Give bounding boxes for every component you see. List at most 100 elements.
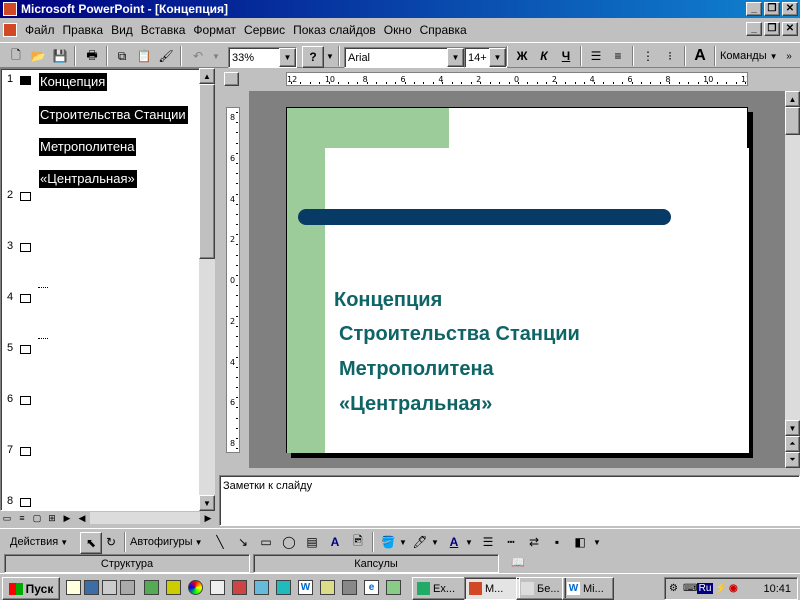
- chevron-down-icon[interactable]: ▼: [279, 48, 296, 67]
- document-icon[interactable]: [3, 23, 17, 37]
- notes-pane[interactable]: Заметки к слайду: [219, 475, 800, 526]
- help-dropdown-icon[interactable]: ▼: [320, 46, 340, 66]
- print-icon[interactable]: 🖶: [82, 46, 102, 66]
- bold-button[interactable]: Ж: [512, 46, 532, 66]
- menu-slideshow[interactable]: Показ слайдов: [289, 23, 380, 37]
- quicklaunch-icon[interactable]: [84, 580, 99, 595]
- menu-view[interactable]: Вид: [107, 23, 137, 37]
- italic-button[interactable]: К: [534, 46, 554, 66]
- quicklaunch-icon[interactable]: [320, 580, 335, 595]
- quicklaunch-icon[interactable]: [188, 580, 203, 595]
- chevron-down-icon[interactable]: ▼: [447, 48, 464, 67]
- spelling-check-icon[interactable]: 📖: [508, 554, 528, 571]
- normal-view-icon[interactable]: ▭: [0, 512, 14, 524]
- outline-hscroll[interactable]: [90, 512, 200, 524]
- scroll-thumb[interactable]: [199, 84, 215, 259]
- slide-icon[interactable]: [20, 447, 31, 456]
- menu-tools[interactable]: Сервис: [240, 23, 289, 37]
- scroll-down-icon[interactable]: ▼: [785, 420, 800, 436]
- powerpoint-app-icon[interactable]: [3, 2, 17, 16]
- tray-icon[interactable]: ◉: [729, 583, 745, 594]
- oval-icon[interactable]: ◯: [279, 532, 299, 552]
- slide-icon[interactable]: [20, 345, 31, 354]
- font-color-icon[interactable]: A: [444, 532, 464, 552]
- chevron-down-icon[interactable]: ▼: [464, 532, 474, 552]
- slide-icon[interactable]: [20, 192, 31, 201]
- chevron-down-icon[interactable]: ▼: [592, 532, 602, 552]
- quicklaunch-icon[interactable]: [276, 580, 291, 595]
- chevron-down-icon[interactable]: ▼: [430, 532, 440, 552]
- taskbar-word[interactable]: W Mi...: [562, 577, 614, 600]
- format-painter-icon[interactable]: 🖌: [156, 46, 176, 66]
- actions-menu[interactable]: Действия ▼: [10, 532, 74, 552]
- scroll-right-icon[interactable]: ▶: [201, 512, 215, 524]
- quicklaunch-icon[interactable]: [232, 580, 247, 595]
- slide-icon[interactable]: [20, 294, 31, 303]
- taskbar-powerpoint[interactable]: M...: [464, 577, 520, 600]
- menu-window[interactable]: Окно: [380, 23, 416, 37]
- font-select[interactable]: Arial ▼: [344, 47, 465, 68]
- fill-color-icon[interactable]: 🪣: [378, 532, 398, 552]
- undo-dropdown-icon[interactable]: ▼: [206, 46, 226, 66]
- outline-line[interactable]: Метрополитена: [39, 138, 137, 156]
- arrow-style-icon[interactable]: ⇄: [524, 532, 544, 552]
- slide-title-line[interactable]: «Центральная»: [339, 393, 492, 416]
- underline-button[interactable]: Ч: [556, 46, 576, 66]
- undo-icon[interactable]: ↶: [188, 46, 208, 66]
- menu-insert[interactable]: Вставка: [137, 23, 190, 37]
- quicklaunch-icon[interactable]: [210, 580, 225, 595]
- menu-format[interactable]: Формат: [189, 23, 240, 37]
- outline-pane[interactable]: 1 Концепция Строительства Станции Метроп…: [0, 68, 200, 511]
- slideshow-view-icon[interactable]: ▶: [60, 512, 74, 524]
- slide-title-line[interactable]: Концепция: [334, 289, 442, 312]
- save-icon[interactable]: 💾: [50, 46, 70, 66]
- outline-scrollbar[interactable]: ▲ ▼: [199, 68, 215, 511]
- quicklaunch-icon[interactable]: [254, 580, 269, 595]
- commands-button[interactable]: Команды ▼: [720, 46, 780, 66]
- scroll-down-icon[interactable]: ▼: [199, 495, 215, 511]
- open-icon[interactable]: 📂: [28, 46, 48, 66]
- wordart-icon[interactable]: A: [325, 532, 345, 552]
- slide-title-line[interactable]: Строительства Станции: [339, 323, 580, 346]
- slide-icon[interactable]: [20, 243, 31, 252]
- free-rotate-icon[interactable]: ↻: [101, 532, 121, 552]
- word-icon[interactable]: W: [298, 580, 313, 595]
- minimize-button[interactable]: _: [746, 2, 762, 16]
- quicklaunch-icon[interactable]: [144, 580, 159, 595]
- next-slide-icon[interactable]: ⏷: [785, 452, 800, 468]
- increase-font-icon[interactable]: A: [690, 46, 710, 66]
- outline-line[interactable]: Строительства Станции: [39, 106, 188, 124]
- copy-icon[interactable]: ⧉: [112, 46, 132, 66]
- chevron-down-icon[interactable]: ▼: [398, 532, 408, 552]
- clipart-icon[interactable]: 🖻: [348, 532, 368, 552]
- slide-scrollbar[interactable]: ▲ ▼ ⏶ ⏷: [785, 91, 800, 468]
- align-center-icon[interactable]: ≡: [608, 46, 628, 66]
- close-button[interactable]: ✕: [782, 2, 798, 16]
- arrow-icon[interactable]: ↘: [233, 532, 253, 552]
- numbering-icon[interactable]: ⋮: [638, 46, 658, 66]
- internet-explorer-icon[interactable]: e: [364, 580, 379, 595]
- previous-slide-icon[interactable]: ⏶: [785, 436, 800, 452]
- slide-view-icon[interactable]: ▢: [30, 512, 44, 524]
- slide[interactable]: Концепция Строительства Станции Метропол…: [286, 107, 749, 453]
- slide-icon[interactable]: [19, 75, 32, 86]
- quicklaunch-icon[interactable]: [66, 580, 81, 595]
- scroll-thumb[interactable]: [785, 107, 800, 135]
- menu-edit[interactable]: Правка: [59, 23, 108, 37]
- autoshapes-menu[interactable]: Автофигуры ▼: [130, 532, 206, 552]
- bullets-icon[interactable]: ⁝: [660, 46, 680, 66]
- tray-icon[interactable]: ⚡: [715, 583, 729, 594]
- tray-icon[interactable]: ⌨: [683, 583, 697, 594]
- align-left-icon[interactable]: ☰: [586, 46, 606, 66]
- restore-button[interactable]: ❐: [764, 2, 780, 16]
- slide-icon[interactable]: [20, 498, 31, 507]
- notes-splitter[interactable]: [219, 468, 800, 475]
- new-icon[interactable]: 🗋: [6, 46, 26, 66]
- title-bar[interactable]: Microsoft PowerPoint - [Концепция] _ ❐ ✕: [0, 0, 800, 18]
- shadow-icon[interactable]: ▪: [547, 532, 567, 552]
- select-arrow-icon[interactable]: ⬉: [80, 532, 102, 554]
- 3d-icon[interactable]: ◧: [570, 532, 590, 552]
- menu-help[interactable]: Справка: [416, 23, 471, 37]
- quicklaunch-icon[interactable]: [342, 580, 357, 595]
- outline-line[interactable]: Концепция: [39, 73, 108, 91]
